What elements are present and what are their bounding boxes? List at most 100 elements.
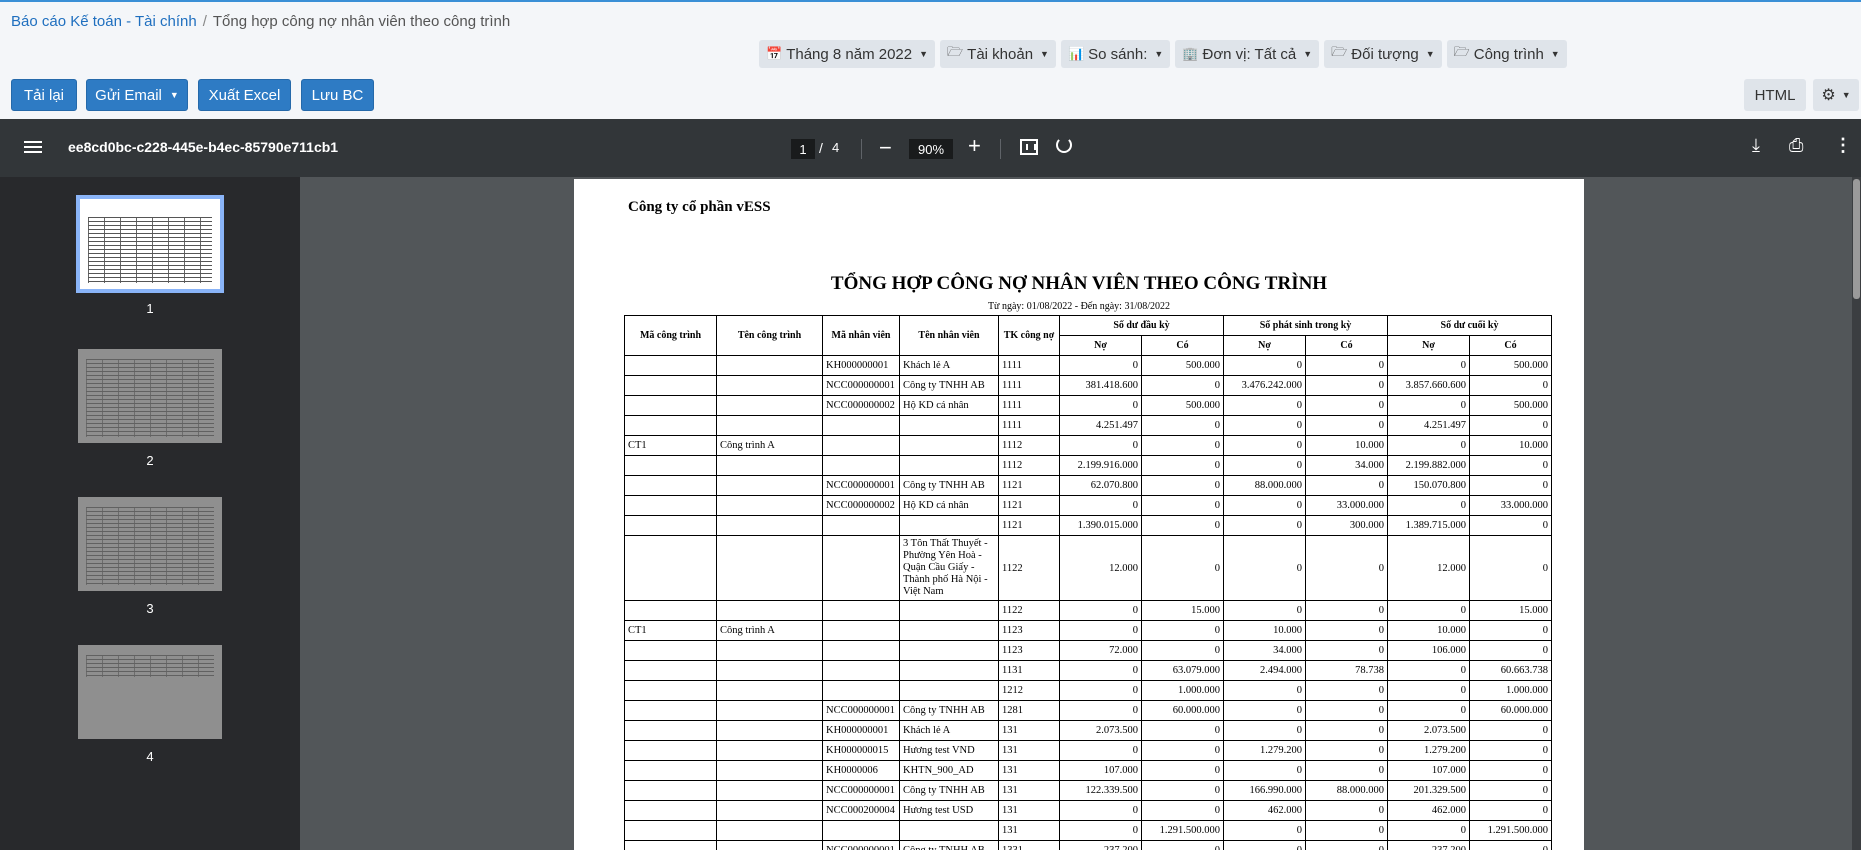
table-cell: 10.000 xyxy=(1469,435,1552,456)
table-cell: 0 xyxy=(1305,740,1388,761)
table-cell: 300.000 xyxy=(1305,515,1388,536)
page-number-input[interactable]: 1 xyxy=(791,139,815,159)
vertical-scrollbar[interactable] xyxy=(1852,177,1861,850)
table-cell: 0 xyxy=(1469,375,1552,396)
table-cell: 131 xyxy=(998,820,1060,841)
table-row: KH000000001 Khách lẻ A 1111 0 500.000 0 0 0 500.… xyxy=(624,355,1552,376)
table-cell: 0 xyxy=(1469,620,1552,641)
table-cell: 1331 xyxy=(998,840,1060,850)
chevron-down-icon: ▼ xyxy=(1303,49,1313,59)
table-cell: 34.000 xyxy=(1305,455,1388,476)
thumbnail-image xyxy=(76,195,224,293)
table-cell: 0 xyxy=(1387,355,1470,376)
download-icon[interactable]: ⤓ xyxy=(1752,135,1760,156)
scrollbar-thumb[interactable] xyxy=(1853,179,1860,299)
filter-dropdown[interactable]: 🗁 Đối tượng ▼ xyxy=(1324,40,1442,68)
table-cell: 12.000 xyxy=(1387,535,1470,601)
table-cell: 0 xyxy=(1469,455,1552,476)
table-cell: 0 xyxy=(1305,535,1388,601)
zoom-out-icon[interactable]: − xyxy=(879,135,892,161)
table-cell: 0 xyxy=(1141,535,1224,601)
table-cell xyxy=(624,515,717,536)
page-thumbnail[interactable]: 4 xyxy=(74,643,226,764)
table-cell: 33.000.000 xyxy=(1469,495,1552,516)
table-cell: 2.073.500 xyxy=(1059,720,1142,741)
filter-label: So sánh: xyxy=(1088,45,1148,63)
chart-icon: 📊 xyxy=(1067,46,1085,61)
filter-dropdown[interactable]: 🗁 Tài khoản ▼ xyxy=(940,40,1056,68)
table-cell: 0 xyxy=(1223,455,1306,476)
table-cell: 201.329.500 xyxy=(1387,780,1470,801)
company-name: Công ty cổ phần vESS xyxy=(628,199,771,215)
table-cell: NCC000200004 xyxy=(822,800,900,821)
table-cell: 166.990.000 xyxy=(1223,780,1306,801)
settings-dropdown[interactable]: ⚙ ▼ xyxy=(1813,79,1859,111)
table-cell: KH0000006 xyxy=(822,760,900,781)
filter-label: Đơn vị: Tất cả xyxy=(1202,45,1297,63)
menu-icon[interactable] xyxy=(24,138,42,158)
report-title: TỔNG HỢP CÔNG NỢ NHÂN VIÊN THEO CÔNG TRÌ… xyxy=(830,273,1328,294)
table-cell: 62.070.800 xyxy=(1059,475,1142,496)
page-separator: / xyxy=(819,140,823,156)
reload-button[interactable]: Tải lại xyxy=(11,79,77,111)
table-cell: 0 xyxy=(1305,640,1388,661)
table-cell: 500.000 xyxy=(1469,395,1552,416)
page-total: 4 xyxy=(832,140,840,155)
table-cell xyxy=(624,600,717,621)
table-cell: 1123 xyxy=(998,640,1060,661)
table-cell: 34.000 xyxy=(1223,640,1306,661)
table-cell: 1.000.000 xyxy=(1469,680,1552,701)
header-co: Có xyxy=(1141,335,1224,356)
table-cell: 0 xyxy=(1305,375,1388,396)
table-row: 1122 0 15.000 0 0 0 15.000 xyxy=(624,600,1552,621)
rotate-icon[interactable] xyxy=(1056,137,1072,153)
table-cell xyxy=(716,640,823,661)
more-options-icon[interactable]: ⋮ xyxy=(1834,135,1852,156)
table-cell: 0 xyxy=(1141,740,1224,761)
save-report-button[interactable]: Lưu BC xyxy=(301,79,374,111)
filter-dropdown[interactable]: 📅 Tháng 8 năm 2022 ▼ xyxy=(759,40,936,68)
filter-bar: 📅 Tháng 8 năm 2022 ▼ 🗁 Tài khoản ▼ 📊 So sánh: ▼ 🏢… xyxy=(759,40,1567,68)
table-cell: 131 xyxy=(998,720,1060,741)
table-row: KH0000006 KHTN_900_AD 131 107.000 0 0 0 107.000… xyxy=(624,760,1552,781)
filter-label: Đối tượng xyxy=(1351,45,1419,63)
table-cell: 107.000 xyxy=(1059,760,1142,781)
table-cell: 0 xyxy=(1059,680,1142,701)
folder-icon: 🗁 xyxy=(947,44,964,59)
print-icon[interactable]: ⎙ xyxy=(1789,135,1803,156)
table-cell: 1121 xyxy=(998,515,1060,536)
table-cell: 15.000 xyxy=(1141,600,1224,621)
table-cell: 0 xyxy=(1387,600,1470,621)
zoom-in-icon[interactable]: + xyxy=(968,133,981,159)
table-cell: 0 xyxy=(1469,475,1552,496)
table-cell: Công ty TNHH AB xyxy=(899,700,999,721)
table-cell: 0 xyxy=(1141,800,1224,821)
breadcrumb-parent-link[interactable]: Báo cáo Kế toán - Tài chính xyxy=(11,13,197,30)
page-thumbnail[interactable]: 1 xyxy=(74,195,226,316)
zoom-level-input[interactable]: 90% xyxy=(909,139,953,159)
table-row: NCC000000001 Công ty TNHH AB 1111 381.418.6… xyxy=(624,375,1552,396)
page-thumbnail[interactable]: 3 xyxy=(74,495,226,616)
filter-dropdown[interactable]: 📊 So sánh: ▼ xyxy=(1060,40,1171,68)
chevron-down-icon: ▼ xyxy=(919,49,929,59)
table-cell: 0 xyxy=(1223,415,1306,436)
table-cell: 60.663.738 xyxy=(1469,660,1552,681)
table-cell: 1123 xyxy=(998,620,1060,641)
table-row: 131 0 1.291.500.000 0 0 0 1.291.500.000 xyxy=(624,820,1552,841)
filter-dropdown[interactable]: 🗁 Công trình ▼ xyxy=(1446,40,1567,68)
fit-page-icon[interactable] xyxy=(1020,139,1038,155)
html-view-button[interactable]: HTML xyxy=(1744,79,1806,111)
table-cell: Công ty TNHH AB xyxy=(899,780,999,801)
table-cell: 0 xyxy=(1223,680,1306,701)
send-email-dropdown[interactable]: Gửi Email ▼ xyxy=(86,79,188,111)
filter-dropdown[interactable]: 🏢 Đơn vị: Tất cả ▼ xyxy=(1175,40,1320,68)
table-cell: 1121 xyxy=(998,495,1060,516)
table-cell xyxy=(716,395,823,416)
table-cell xyxy=(624,680,717,701)
export-excel-button[interactable]: Xuất Excel xyxy=(198,79,291,111)
table-row: 1212 0 1.000.000 0 0 0 1.000.000 xyxy=(624,680,1552,701)
table-cell xyxy=(716,660,823,681)
breadcrumb-separator: / xyxy=(202,13,207,30)
page-thumbnail[interactable]: 2 xyxy=(74,347,226,468)
table-cell: Công ty TNHH AB xyxy=(899,375,999,396)
